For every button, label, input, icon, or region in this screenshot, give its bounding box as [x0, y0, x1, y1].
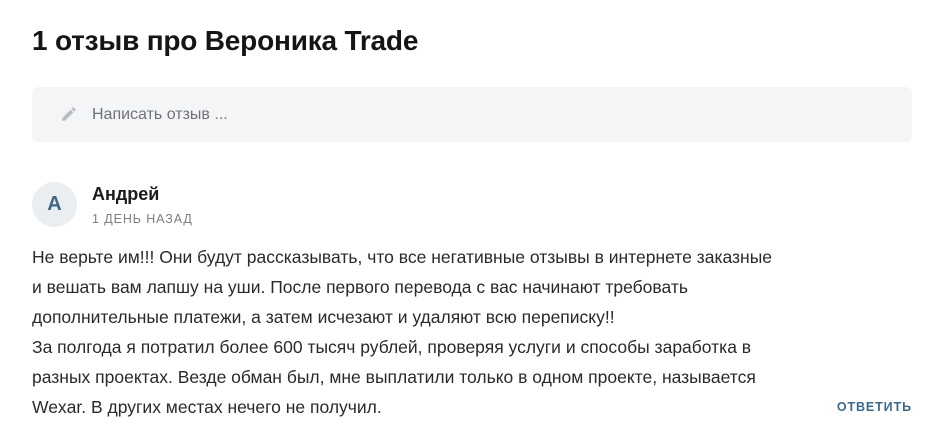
review-text-line: дополнительные платежи, а затем исчезают…	[32, 307, 615, 327]
review-author: Андрей	[92, 184, 160, 204]
review-text-line: Не верьте им!!! Они будут рассказывать, …	[32, 247, 773, 267]
review-text-line: За полгода я потратил более 600 тысяч ру…	[32, 337, 752, 357]
review-text-line: Wexar. В других местах нечего не получил…	[32, 397, 382, 417]
pencil-icon	[62, 107, 76, 121]
write-review-placeholder: Написать отзыв ...	[92, 106, 228, 123]
review-text-line: разных проектах. Везде обман был, мне вы…	[32, 367, 756, 387]
review-text-line: и вешать вам лапшу на уши. После первого…	[32, 277, 688, 297]
avatar: А	[32, 182, 77, 227]
review-text: Не верьте им!!! Они будут рассказывать, …	[32, 242, 822, 422]
reply-button[interactable]: ОТВЕТИТЬ	[837, 400, 912, 415]
review-date: 1 ДЕНЬ НАЗАД	[92, 212, 193, 226]
write-review-field[interactable]: Написать отзыв ...	[32, 87, 912, 142]
page-title: 1 отзыв про Вероника Trade	[32, 25, 419, 56]
